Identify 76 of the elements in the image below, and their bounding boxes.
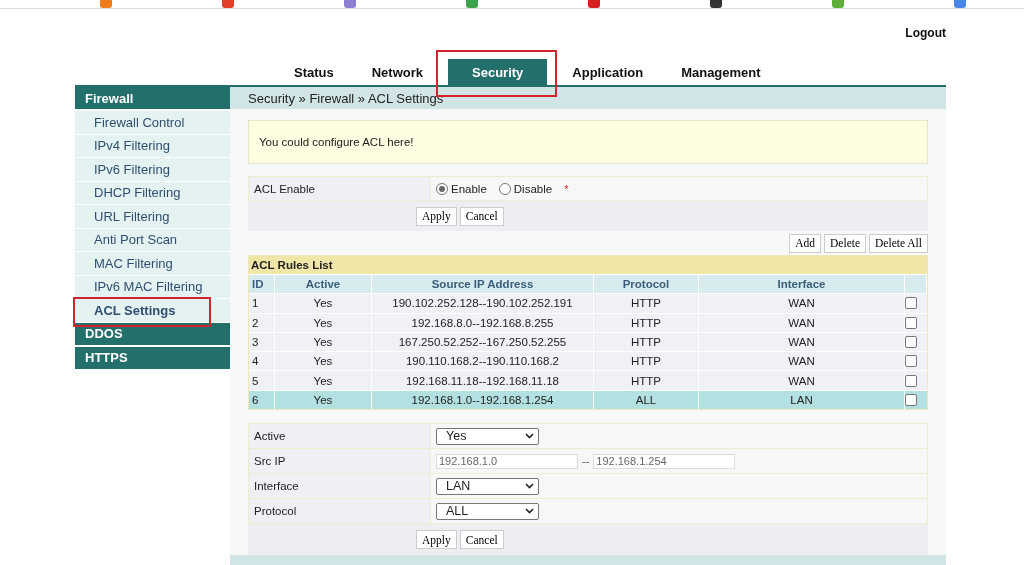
row-checkbox[interactable] (905, 316, 917, 329)
table-cell: HTTP (594, 294, 699, 313)
table-cell: ALL (594, 390, 699, 410)
field-label: Protocol (249, 499, 431, 524)
table-row[interactable]: 6 Yes 192.168.1.0--192.168.1.254 ALL LAN (249, 389, 927, 410)
radio-button[interactable] (436, 182, 448, 195)
bookmark-icon[interactable] (710, 0, 722, 8)
form-button[interactable]: Cancel (459, 530, 504, 550)
table-cell: 6 (249, 390, 275, 410)
radio-label: Disable (513, 182, 553, 195)
table-cell: 192.168.1.0--192.168.1.254 (372, 390, 594, 410)
dropdown[interactable]: ALL (436, 502, 539, 520)
chevron-down-icon (525, 508, 534, 515)
row-checkbox[interactable] (905, 393, 917, 406)
table-cell: Yes (275, 313, 372, 332)
sidebar-item[interactable]: DHCP Filtering (75, 181, 230, 205)
table-cell: 5 (249, 371, 275, 390)
field-label: Active (249, 424, 431, 449)
radio-button[interactable] (498, 182, 511, 195)
table-row[interactable]: 5 Yes 192.168.11.18--192.168.11.18 HTTP WAN (249, 370, 927, 390)
row-checkbox[interactable] (905, 374, 917, 387)
table-cell: HTTP (594, 313, 699, 332)
chevron-down-icon (525, 433, 534, 440)
table-cell: Yes (275, 390, 372, 410)
sidebar-item[interactable]: Anti Port Scan (75, 228, 230, 252)
notice-text: You could configure ACL here! (259, 136, 414, 148)
row-checkbox[interactable] (905, 336, 917, 349)
list-button[interactable]: Add (789, 233, 822, 253)
table-row[interactable]: 2 Yes 192.168.8.0--192.168.8.255 HTTP WAN (249, 312, 927, 332)
sidebar-item[interactable]: ACL Settings (75, 299, 230, 323)
radio-label: Enable (451, 182, 487, 195)
table-cell: Yes (275, 371, 372, 390)
nav-tab[interactable]: Management (668, 59, 774, 85)
table-cell: Yes (275, 294, 372, 313)
table-cell: HTTP (594, 371, 699, 390)
table-row[interactable]: 1 Yes 190.102.252.128--190.102.252.191 HTTP WAN (249, 293, 927, 313)
logout-link[interactable]: Logout (905, 26, 946, 40)
sidebar-item[interactable]: IPv6 Filtering (75, 158, 230, 182)
chevron-down-icon (525, 483, 534, 490)
field-label: Interface (249, 474, 431, 499)
required-mark: * (564, 182, 569, 195)
sidebar-item[interactable]: IPv4 Filtering (75, 134, 230, 158)
table-row[interactable]: 3 Yes 167.250.52.252--167.250.52.255 HTTP WAN (249, 331, 927, 352)
form-button[interactable]: Cancel (459, 206, 504, 226)
field-label: ACL Enable (249, 177, 431, 200)
nav-tab[interactable]: Network (358, 59, 437, 85)
list-button[interactable]: Delete All (869, 233, 928, 253)
dropdown[interactable]: LAN (436, 477, 539, 495)
table-cell: 1 (249, 294, 275, 313)
sidebar-item[interactable]: Firewall Control (75, 111, 230, 135)
row-checkbox[interactable] (905, 297, 917, 310)
sidebar-item[interactable]: MAC Filtering (75, 252, 230, 276)
nav-tab[interactable]: Status (281, 59, 347, 85)
sidebar-group[interactable]: Firewall (75, 87, 230, 111)
table-row[interactable]: 4 Yes 190.110.168.2--190.110.168.2 HTTP WAN (249, 351, 927, 371)
nav-tab[interactable]: Application (559, 59, 657, 85)
form-button[interactable]: Apply (416, 206, 457, 226)
row-checkbox[interactable] (905, 355, 917, 368)
input-field[interactable]: 192.168.1.254 (593, 453, 736, 469)
list-button[interactable]: Delete (824, 233, 867, 253)
table-cell: 192.168.11.18--192.168.11.18 (372, 371, 594, 390)
table-title: ACL Rules List (249, 256, 927, 274)
radio-option[interactable]: Enable (436, 182, 487, 195)
range-separator: -- (582, 455, 590, 468)
table-cell: 2 (249, 313, 275, 332)
input-field[interactable]: 192.168.1.0 (436, 453, 578, 469)
sidebar-item[interactable]: URL Filtering (75, 205, 230, 229)
dropdown[interactable]: Yes (436, 427, 539, 445)
sidebar-group[interactable]: HTTPS (75, 346, 230, 371)
breadcrumb: Security » Firewall » ACL Settings (230, 87, 946, 109)
field-label: Src IP (249, 449, 431, 474)
table-cell: 190.102.252.128--190.102.252.191 (372, 294, 594, 313)
table-cell: 192.168.8.0--192.168.8.255 (372, 313, 594, 332)
nav-tab[interactable]: Security (448, 59, 548, 85)
radio-option[interactable]: Disable (498, 182, 553, 195)
form-button[interactable]: Apply (416, 530, 457, 550)
